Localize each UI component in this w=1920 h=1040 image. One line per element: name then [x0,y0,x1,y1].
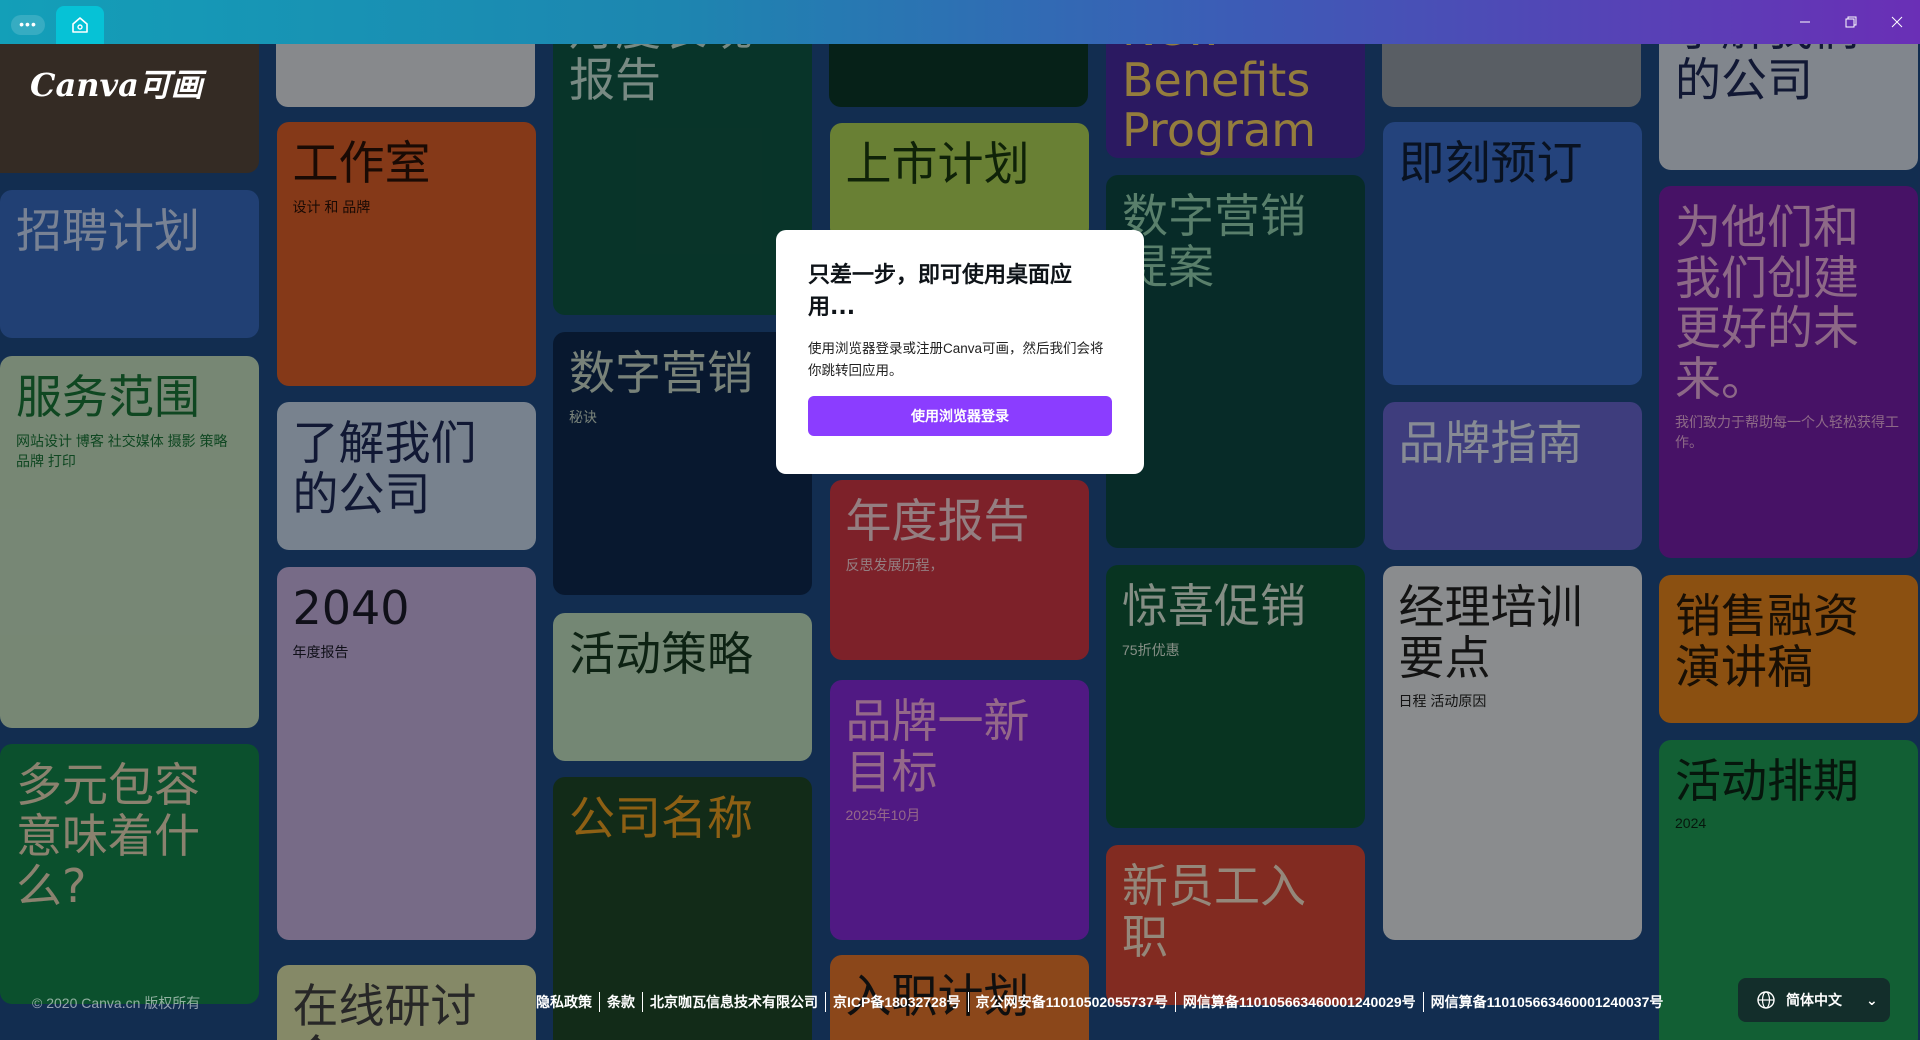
footer-link[interactable]: 网信算备110105663460001240029号 [1174,992,1423,1012]
footer-links: 隐私政策 条款 北京咖瓦信息技术有限公司 京ICP备18032728号 京公网安… [536,992,1670,1012]
chevron-down-icon: ⌄ [1866,991,1878,1008]
more-menu-button[interactable]: ••• [11,15,45,35]
footer-link[interactable]: 北京咖瓦信息技术有限公司 [642,992,825,1012]
login-dialog: 只差一步，即可使用桌面应用... 使用浏览器登录或注册Canva可画，然后我们会… [776,230,1144,474]
minimize-button[interactable] [1782,0,1828,44]
footer-link[interactable]: 条款 [599,992,642,1012]
footer-link[interactable]: 网信算备110105663460001240037号 [1422,992,1671,1012]
canva-logo: Canva可画 [30,66,203,104]
title-bar: ••• [0,0,1920,44]
copyright: © 2020 Canva.cn 版权所有 [32,995,201,1011]
close-button[interactable] [1874,0,1920,44]
more-dots-icon: ••• [19,16,37,32]
dim-overlay [0,44,1920,1040]
dialog-title: 只差一步，即可使用桌面应用... [808,263,1073,320]
dialog-body: 使用浏览器登录或注册Canva可画，然后我们会将你跳转回应用。 [808,341,1104,378]
minimize-icon [1800,21,1810,23]
footer-link[interactable]: 京公网安备11010502055737号 [967,992,1175,1012]
home-tab[interactable] [56,6,104,44]
home-icon [72,17,88,33]
footer-link[interactable]: 隐私政策 [536,992,599,1012]
restore-icon [1845,16,1857,28]
language-selector[interactable]: 简体中文 ⌄ [1738,978,1890,1022]
footer: © 2020 Canva.cn 版权所有 隐私政策 条款 北京咖瓦信息技术有限公… [0,978,1920,1022]
language-label: 简体中文 [1786,992,1842,1008]
globe-icon [1757,991,1775,1009]
browser-login-button[interactable]: 使用浏览器登录 [808,396,1112,436]
footer-link[interactable]: 京ICP备18032728号 [825,992,968,1012]
restore-button[interactable] [1828,0,1874,44]
close-icon [1891,16,1903,28]
